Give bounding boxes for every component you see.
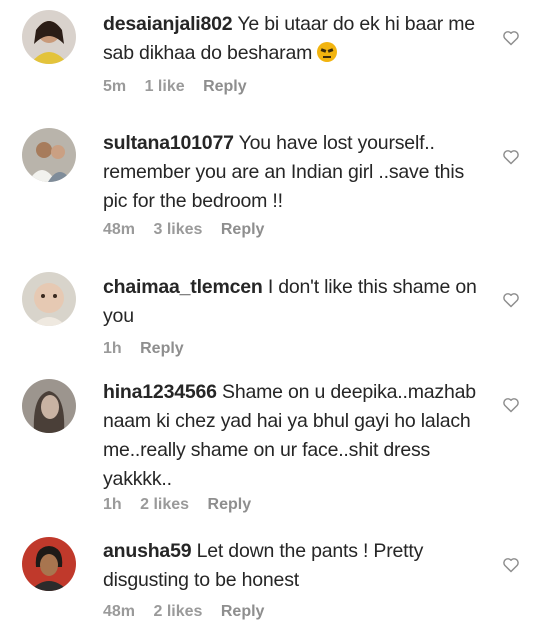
- reply-button[interactable]: Reply: [221, 221, 265, 238]
- reply-button[interactable]: Reply: [208, 496, 252, 513]
- comment-time: 48m: [103, 603, 136, 620]
- avatar[interactable]: [22, 272, 76, 326]
- comment-username[interactable]: chaimaa_tlemcen: [103, 276, 263, 298]
- reply-button[interactable]: Reply: [203, 78, 247, 95]
- comment-time: 1h: [103, 496, 122, 513]
- comment-meta: 48m 3 likes Reply: [103, 221, 278, 239]
- heart-outline-icon[interactable]: [502, 149, 520, 165]
- comment-body: anusha59 Let down the pants ! Pretty dis…: [103, 537, 488, 595]
- avatar[interactable]: [22, 537, 76, 591]
- comment-username[interactable]: sultana101077: [103, 132, 234, 154]
- comment-likes[interactable]: 2 likes: [153, 603, 202, 620]
- angry-face-icon: [317, 42, 338, 62]
- comment-likes[interactable]: 2 likes: [140, 496, 189, 513]
- reply-button[interactable]: Reply: [140, 340, 184, 357]
- heart-outline-icon[interactable]: [502, 30, 520, 46]
- comment-body: chaimaa_tlemcen I don't like this shame …: [103, 273, 488, 331]
- comment-meta: 48m 2 likes Reply: [103, 603, 278, 621]
- heart-outline-icon[interactable]: [502, 292, 520, 308]
- heart-outline-icon[interactable]: [502, 397, 520, 413]
- comment-meta: 5m 1 like Reply: [103, 78, 261, 96]
- comment-meta: 1h 2 likes Reply: [103, 496, 265, 514]
- avatar[interactable]: [22, 379, 76, 433]
- comments-list: desaianjali802 Ye bi utaar do ek hi baar…: [0, 0, 540, 640]
- comment-body: hina1234566 Shame on u deepika..mazhab n…: [103, 378, 488, 494]
- comment-username[interactable]: hina1234566: [103, 381, 217, 403]
- comment-meta: 1h Reply: [103, 340, 198, 358]
- avatar[interactable]: [22, 10, 76, 64]
- comment-body: desaianjali802 Ye bi utaar do ek hi baar…: [103, 10, 488, 68]
- heart-outline-icon[interactable]: [502, 557, 520, 573]
- comment-time: 5m: [103, 78, 127, 95]
- comment-likes[interactable]: 1 like: [145, 78, 185, 95]
- reply-button[interactable]: Reply: [221, 603, 265, 620]
- comment-username[interactable]: desaianjali802: [103, 13, 233, 35]
- comment-time: 1h: [103, 340, 122, 357]
- comment-time: 48m: [103, 221, 136, 238]
- comment-body: sultana101077 You have lost yourself.. r…: [103, 129, 488, 216]
- avatar[interactable]: [22, 128, 76, 182]
- comment-likes[interactable]: 3 likes: [153, 221, 202, 238]
- comment-username[interactable]: anusha59: [103, 540, 192, 562]
